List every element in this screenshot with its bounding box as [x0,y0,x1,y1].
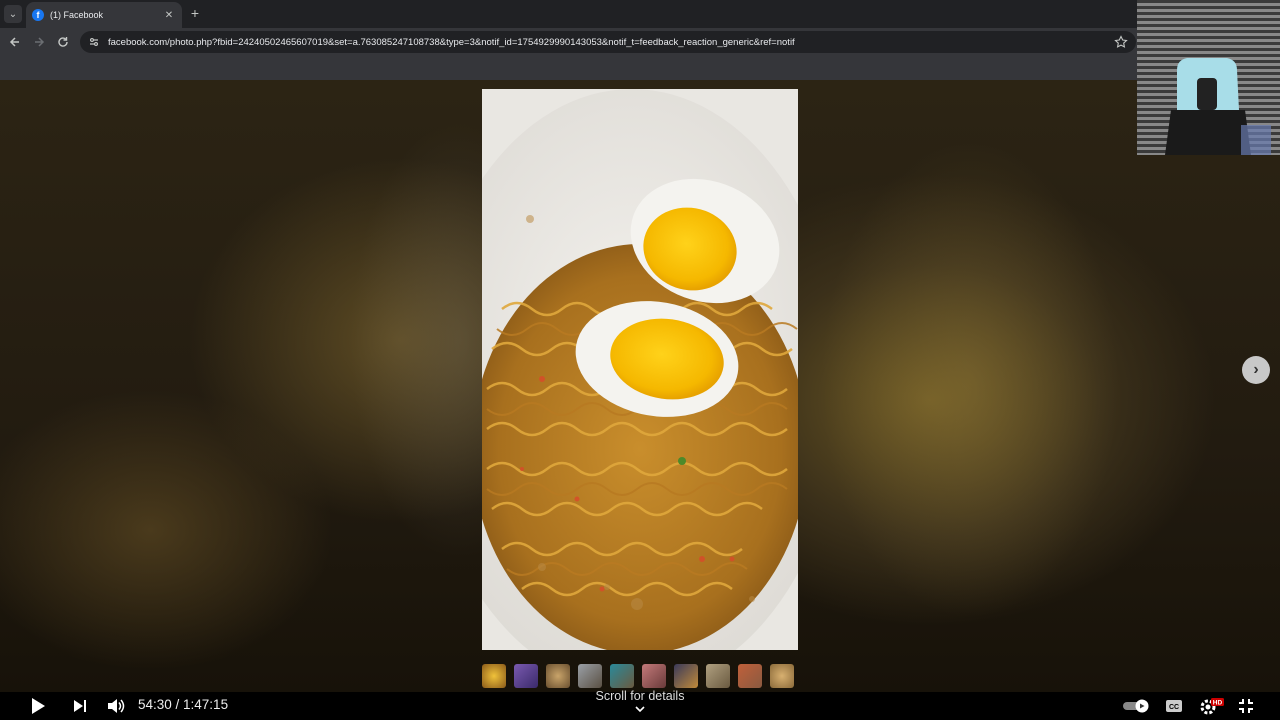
settings-icon: HD [1200,698,1224,715]
exit-fullscreen-icon [1239,699,1253,713]
video-controls-bar: 54:30 / 1:47:15 Scroll for details CC HD [0,689,1280,720]
volume-button[interactable] [104,694,128,718]
captions-icon: CC [1166,700,1182,712]
tab-strip: ⌄ f (1) Facebook ✕ + [0,0,1280,28]
site-settings-icon[interactable] [88,36,100,48]
autoplay-toggle-icon [1123,699,1149,713]
settings-button[interactable]: HD [1198,694,1226,718]
next-video-button[interactable] [68,694,92,718]
svg-text:CC: CC [1169,704,1179,711]
url-text[interactable]: facebook.com/photo.php?fbid=242405024656… [108,37,1114,48]
thumbnail[interactable] [578,664,602,688]
autoplay-toggle[interactable] [1122,694,1152,718]
webcam-feed [1165,58,1271,155]
thumbnail[interactable] [674,664,698,688]
thumbnail[interactable] [642,664,666,688]
bookmark-star-icon[interactable] [1114,35,1128,49]
address-bar[interactable]: facebook.com/photo.php?fbid=242405024656… [80,31,1136,53]
thumbnail[interactable] [482,664,506,688]
next-icon [74,700,86,712]
play-icon [32,698,45,714]
volume-icon [108,699,125,713]
thumbnail[interactable] [610,664,634,688]
scroll-for-details[interactable]: Scroll for details [560,689,720,703]
tab-title: (1) Facebook [50,10,104,20]
back-button[interactable] [6,33,24,51]
time-display: 54:30 / 1:47:15 [138,697,229,712]
browser-toolbar: facebook.com/photo.php?fbid=242405024656… [0,28,1280,56]
thumbnail[interactable] [738,664,762,688]
bookmark-bar [0,56,1280,80]
noodles-photo [482,89,798,650]
reload-icon [58,37,68,47]
thumbnail[interactable] [514,664,538,688]
arrow-right-icon [35,37,45,47]
facebook-icon: f [32,9,44,21]
arrow-left-icon [9,37,19,47]
tab-search-button[interactable]: ⌄ [4,5,22,23]
reload-button[interactable] [54,33,72,51]
close-icon[interactable]: ✕ [162,10,176,21]
tab-facebook[interactable]: f (1) Facebook ✕ [26,2,182,28]
next-photo-button[interactable]: › [1242,356,1270,384]
photo-image[interactable] [482,89,798,650]
photo-viewer: › [0,80,1280,692]
blurred-background-right [820,140,1120,620]
chevron-down-icon: ⌄ [8,8,18,20]
chevron-down-icon[interactable] [632,704,648,716]
play-button[interactable] [26,694,50,718]
chevron-right-icon: › [1253,361,1259,378]
new-tab-button[interactable]: + [188,5,202,21]
thumbnail[interactable] [770,664,794,688]
thumbnail[interactable] [546,664,570,688]
hd-badge: HD [1213,700,1223,707]
webcam-overlay [1137,0,1280,155]
photo-thumbnail-strip [482,664,794,688]
forward-button[interactable] [30,33,48,51]
thumbnail[interactable] [706,664,730,688]
exit-fullscreen-button[interactable] [1234,694,1258,718]
captions-button[interactable]: CC [1162,694,1186,718]
